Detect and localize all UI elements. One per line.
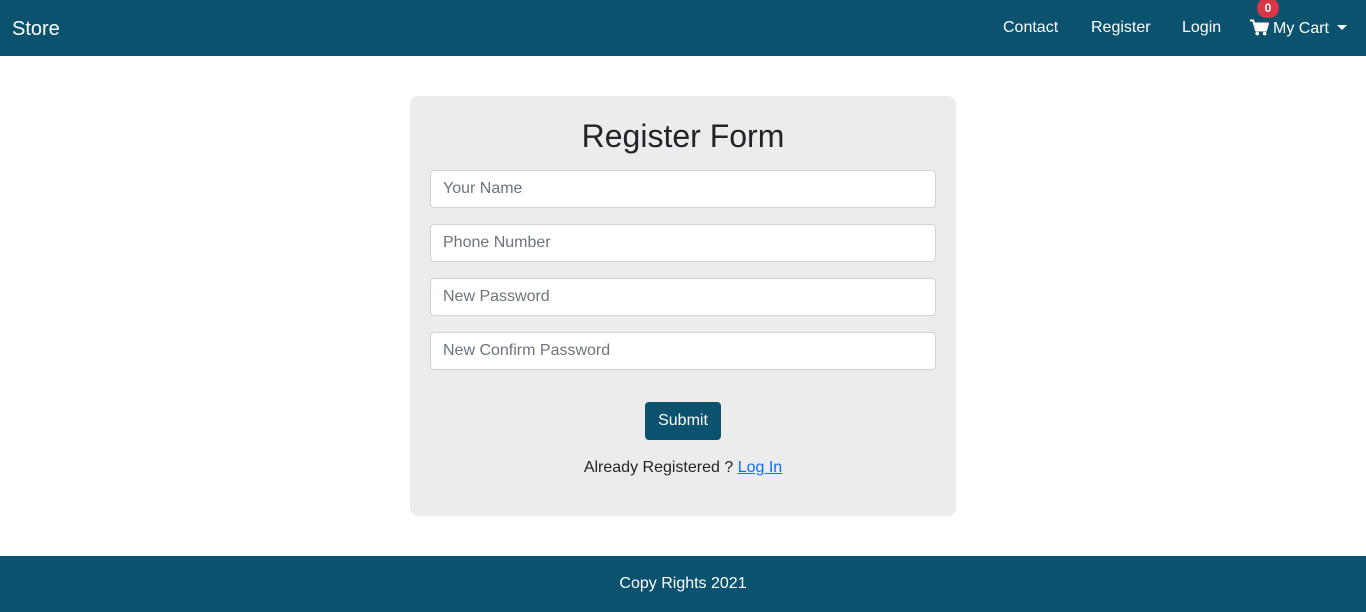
nav-contact[interactable]: Contact: [1003, 18, 1058, 38]
caret-down-icon: [1337, 25, 1347, 30]
submit-button[interactable]: Submit: [645, 402, 721, 440]
cart-count-badge: 0: [1257, 0, 1279, 18]
login-link[interactable]: Log In: [738, 459, 782, 476]
already-registered-text: Already Registered ?: [583, 459, 734, 476]
confirm-password-input[interactable]: [430, 332, 936, 370]
nav-register[interactable]: Register: [1091, 18, 1151, 38]
navbar: Store Contact Register Login My Cart 0: [0, 0, 1366, 56]
cart-label: My Cart: [1273, 20, 1329, 37]
new-password-input[interactable]: [430, 278, 936, 316]
brand-link[interactable]: Store: [12, 16, 60, 42]
register-card: Register Form Submit Already Registered …: [410, 96, 956, 516]
shopping-cart-icon: [1250, 19, 1269, 36]
form-title: Register Form: [581, 118, 785, 154]
phone-input[interactable]: [430, 224, 936, 262]
already-registered-row: Already Registered ? Log In: [410, 458, 956, 478]
footer: Copy Rights 2021: [0, 556, 1366, 612]
nav-login[interactable]: Login: [1182, 18, 1221, 38]
footer-text: Copy Rights 2021: [619, 575, 747, 592]
name-input[interactable]: [430, 170, 936, 208]
